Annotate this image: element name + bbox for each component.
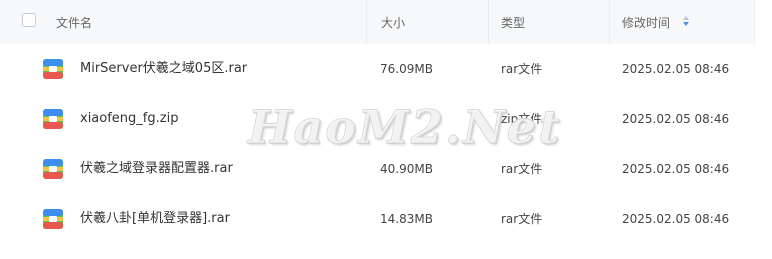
file-name[interactable]: xiaofeng_fg.zip — [80, 94, 178, 144]
file-size: 76.09MB — [380, 62, 433, 76]
archive-icon — [43, 59, 63, 79]
column-header-type-label: 类型 — [501, 15, 526, 30]
file-row[interactable]: 伏羲之域登录器配置器.rar 40.90MB rar文件 2025.02.05 … — [0, 144, 772, 194]
column-header-name[interactable]: 文件名 — [0, 0, 367, 44]
file-row[interactable]: 伏羲八卦[单机登录器].rar 14.83MB rar文件 2025.02.05… — [0, 194, 772, 244]
file-name[interactable]: 伏羲之域登录器配置器.rar — [80, 144, 233, 194]
file-modified-time: 2025.02.05 08:46 — [622, 112, 730, 126]
column-header-type[interactable]: 类型 — [489, 0, 610, 44]
column-header-modified-time[interactable]: 修改时间 — [610, 0, 755, 44]
column-header-name-label: 文件名 — [56, 15, 93, 30]
file-name[interactable]: 伏羲八卦[单机登录器].rar — [80, 194, 230, 244]
file-type: rar文件 — [501, 212, 543, 226]
file-row[interactable]: MirServer伏羲之域05区.rar 76.09MB rar文件 2025.… — [0, 44, 772, 94]
file-size: 40.90MB — [380, 162, 433, 176]
archive-icon — [43, 209, 63, 229]
archive-icon — [43, 159, 63, 179]
file-type: rar文件 — [501, 62, 543, 76]
file-type: zip文件 — [501, 112, 543, 126]
file-list-header: 文件名 大小 类型 修改时间 — [0, 0, 772, 44]
archive-icon — [43, 109, 63, 129]
file-modified-time: 2025.02.05 08:46 — [622, 212, 730, 226]
file-modified-time: 2025.02.05 08:46 — [622, 62, 730, 76]
column-header-time-label: 修改时间 — [622, 15, 671, 30]
column-header-size[interactable]: 大小 — [367, 0, 489, 44]
file-size: 14.83MB — [380, 212, 433, 226]
column-header-size-label: 大小 — [381, 15, 406, 30]
file-name[interactable]: MirServer伏羲之域05区.rar — [80, 44, 247, 94]
sort-descending-icon[interactable] — [682, 16, 690, 28]
file-row[interactable]: xiaofeng_fg.zip zip文件 2025.02.05 08:46 — [0, 94, 772, 144]
select-all-checkbox[interactable] — [22, 13, 36, 27]
file-type: rar文件 — [501, 162, 543, 176]
file-modified-time: 2025.02.05 08:46 — [622, 162, 730, 176]
